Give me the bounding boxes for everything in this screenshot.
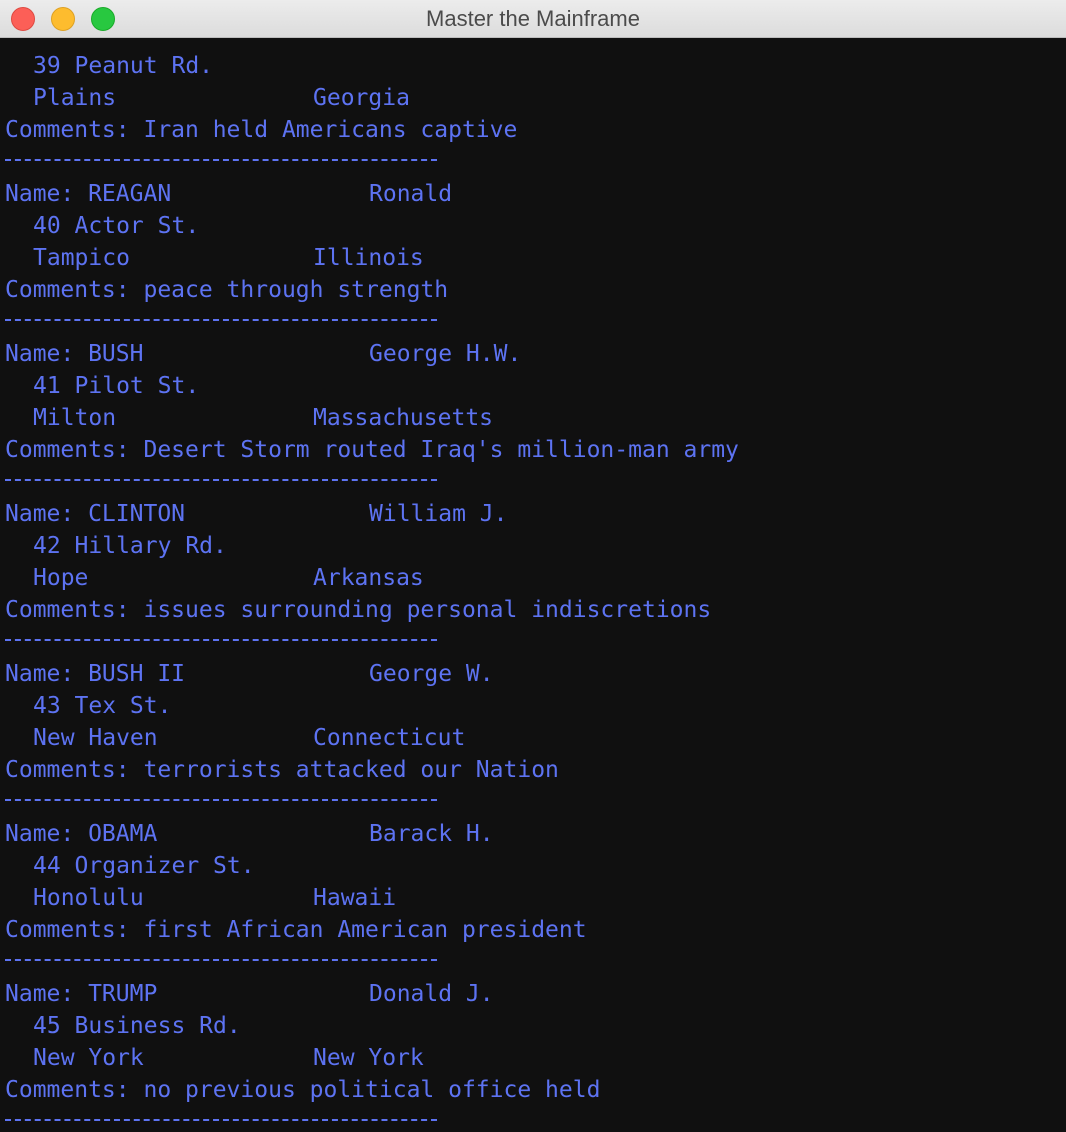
record-comments: Comments: Desert Storm routed Iraq's mil… <box>5 437 739 463</box>
record-city: Honolulu <box>33 885 144 911</box>
record-address: 42 Hillary Rd. <box>33 533 227 559</box>
app-window: Master the Mainframe 39 Peanut Rd. Plain… <box>0 0 1066 1132</box>
record-first-name: George H.W. <box>369 341 522 367</box>
record-comments: Comments: terrorists attacked our Nation <box>5 757 559 783</box>
record-city: Hope <box>33 565 89 591</box>
terminal-output[interactable]: 39 Peanut Rd. Plains Georgia Comments: I… <box>0 38 1066 1132</box>
record-comments: Comments: no previous political office h… <box>5 1077 601 1103</box>
record-state: Illinois <box>313 245 424 271</box>
record-name: Name: TRUMP <box>5 981 158 1007</box>
record-state: New York <box>313 1045 424 1071</box>
record-separator <box>5 799 437 801</box>
record-comments: Comments: Iran held Americans captive <box>5 117 518 143</box>
record-first-name: Barack H. <box>369 821 494 847</box>
record-first-name: Ronald <box>369 181 453 207</box>
record-city: Plains <box>33 85 117 111</box>
record-city: New Haven <box>33 725 158 751</box>
record-first-name: William J. <box>369 501 508 527</box>
window-title: Master the Mainframe <box>426 6 640 31</box>
record-comments: Comments: first African American preside… <box>5 917 587 943</box>
record-separator <box>5 639 437 641</box>
record-city: Tampico <box>33 245 130 271</box>
record-state: Georgia <box>313 85 410 111</box>
record-state: Hawaii <box>313 885 397 911</box>
record-separator <box>5 1119 437 1121</box>
record-separator <box>5 479 437 481</box>
record-state: Massachusetts <box>313 405 494 431</box>
record-name: Name: OBAMA <box>5 821 158 847</box>
record-address: 44 Organizer St. <box>33 853 255 879</box>
record-separator <box>5 959 437 961</box>
record-address: 41 Pilot St. <box>33 373 200 399</box>
title-bar[interactable]: Master the Mainframe <box>0 0 1066 38</box>
record-name: Name: BUSH <box>5 341 144 367</box>
record-address: 39 Peanut Rd. <box>33 53 214 79</box>
record-city: New York <box>33 1045 144 1071</box>
record-state: Arkansas <box>313 565 424 591</box>
record-address: 45 Business Rd. <box>33 1013 241 1039</box>
record-first-name: George W. <box>369 661 494 687</box>
record-state: Connecticut <box>313 725 466 751</box>
record-first-name: Donald J. <box>369 981 494 1007</box>
record-separator <box>5 319 437 321</box>
record-city: Milton <box>33 405 117 431</box>
record-comments: Comments: peace through strength <box>5 277 449 303</box>
record-address: 40 Actor St. <box>33 213 200 239</box>
record-name: Name: BUSH II <box>5 661 186 687</box>
record-name: Name: CLINTON <box>5 501 186 527</box>
record-separator <box>5 159 437 161</box>
record-name: Name: REAGAN <box>5 181 172 207</box>
record-address: 43 Tex St. <box>33 693 172 719</box>
record-comments: Comments: issues surrounding personal in… <box>5 597 712 623</box>
